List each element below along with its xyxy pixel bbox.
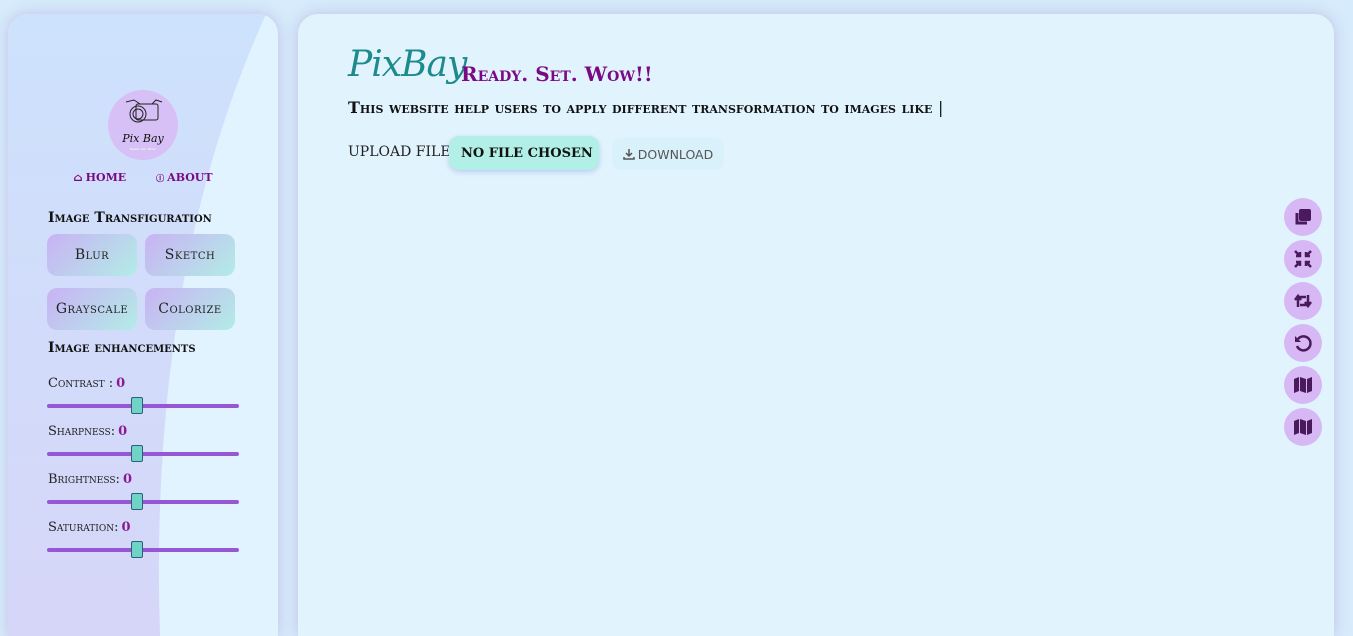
- logo-text: Pix Bay: [122, 132, 164, 145]
- download-label: DOWNLOAD: [637, 146, 714, 162]
- slider-thumb[interactable]: [131, 445, 144, 462]
- compress-icon: [1294, 250, 1312, 268]
- upload-label: UPLOAD FILE:: [348, 144, 456, 160]
- slider-label: Brightness: 0: [48, 472, 132, 487]
- slider-label-text: Saturation:: [48, 520, 119, 535]
- colorize-button[interactable]: Colorize: [145, 288, 235, 330]
- slider-thumb[interactable]: [131, 541, 144, 558]
- retweet-icon: [1294, 293, 1312, 309]
- compress-button[interactable]: [1284, 240, 1322, 278]
- slider-label-text: Sharpness:: [48, 424, 116, 439]
- nav-home-label: HOME: [85, 171, 127, 184]
- slider-label: Saturation: 0: [48, 520, 131, 535]
- slider-label-text: Brightness:: [48, 472, 120, 487]
- slider-label: Sharpness: 0: [48, 424, 127, 439]
- slider-value: 0: [122, 472, 132, 487]
- map-button-2[interactable]: [1284, 408, 1322, 446]
- info-icon: ⓘ: [156, 171, 165, 184]
- map-icon: [1294, 419, 1312, 435]
- brand-tagline: Ready. Set. Wow!!: [461, 62, 653, 86]
- map-icon: [1294, 377, 1312, 393]
- nav-home[interactable]: ⌂ HOME: [73, 171, 126, 184]
- copy-button[interactable]: [1284, 198, 1322, 236]
- slider-value: 0: [116, 376, 126, 391]
- copy-icon: [1295, 209, 1311, 225]
- slider-value: 0: [118, 424, 128, 439]
- slider-thumb[interactable]: [131, 397, 144, 414]
- undo-button[interactable]: [1284, 324, 1322, 362]
- page: Pix Bay Ready. Set. Wow! ⌂ HOME ⓘ ABOUT Im…: [0, 0, 1353, 636]
- grayscale-button[interactable]: Grayscale: [47, 288, 137, 330]
- sidebar: Pix Bay Ready. Set. Wow! ⌂ HOME ⓘ ABOUT Im…: [8, 14, 278, 636]
- slider-label-text: Contrast :: [48, 376, 114, 391]
- enhancements-title: Image enhancements: [48, 340, 196, 356]
- slider-track[interactable]: [47, 541, 239, 558]
- map-button-1[interactable]: [1284, 366, 1322, 404]
- download-icon: [623, 149, 635, 160]
- slider-value: 0: [121, 520, 131, 535]
- nav-about[interactable]: ⓘ ABOUT: [156, 171, 212, 184]
- file-input[interactable]: NO FILE CHOSEN: [449, 136, 599, 170]
- home-icon: ⌂: [73, 171, 83, 184]
- nav: ⌂ HOME ⓘ ABOUT: [8, 171, 278, 184]
- nav-about-label: ABOUT: [167, 171, 213, 184]
- slider-track[interactable]: [47, 493, 239, 510]
- tool-bar: [1284, 198, 1322, 446]
- slider-track[interactable]: [47, 397, 239, 414]
- logo: Pix Bay Ready. Set. Wow!: [108, 90, 178, 160]
- logo-tagline: Ready. Set. Wow!: [129, 147, 157, 151]
- download-button[interactable]: DOWNLOAD: [612, 138, 724, 170]
- undo-icon: [1295, 335, 1312, 352]
- slider-thumb[interactable]: [131, 493, 144, 510]
- flip-button[interactable]: [1284, 282, 1322, 320]
- brand-title: PixBay: [348, 44, 467, 85]
- slider-track[interactable]: [47, 445, 239, 462]
- main-panel: PixBay Ready. Set. Wow!! This website he…: [298, 14, 1334, 636]
- slider-label: Contrast :0: [48, 376, 125, 391]
- blur-button[interactable]: Blur: [47, 234, 137, 276]
- transfiguration-title: Image Transfiguration: [48, 210, 212, 226]
- sketch-button[interactable]: Sketch: [145, 234, 235, 276]
- camera-icon: [125, 99, 163, 123]
- description: This website help users to apply differe…: [348, 98, 943, 117]
- description-text: This website help users to apply differe…: [348, 98, 933, 117]
- typing-cursor: |: [937, 98, 944, 117]
